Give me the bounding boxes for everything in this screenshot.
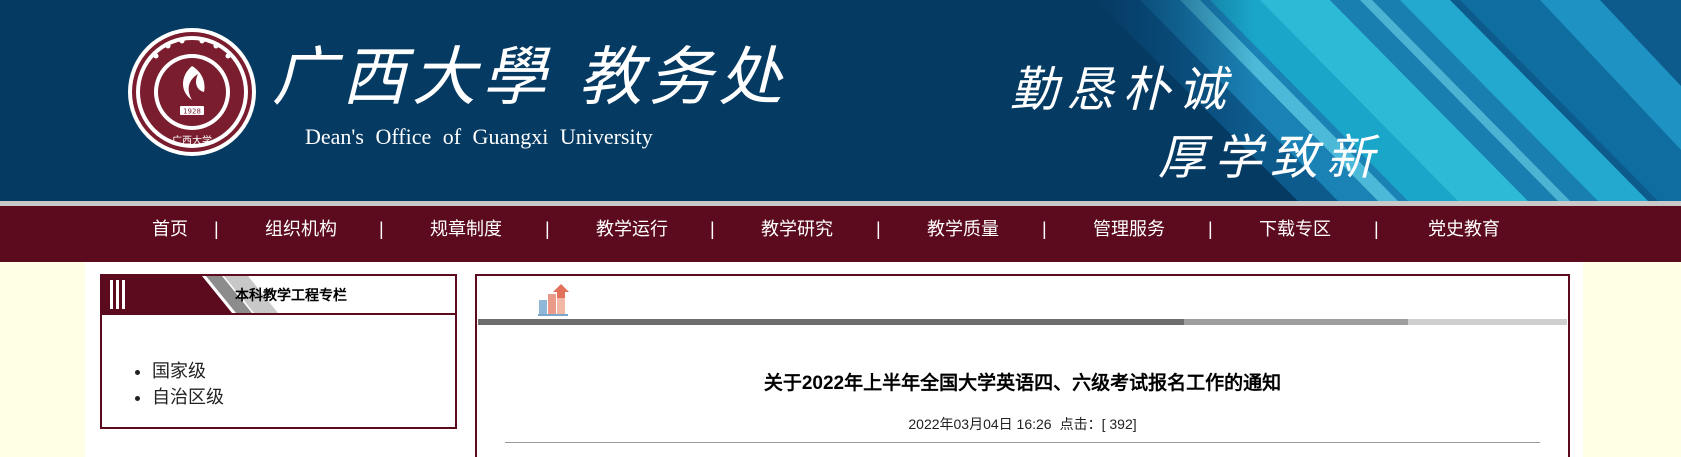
article-title: 关于2022年上半年全国大学英语四、六级考试报名工作的通知 [763,373,1282,394]
nav-separator: | [1208,219,1213,239]
article-divider [505,442,1540,443]
clicks-suffix: ] [1132,416,1137,432]
article-meta: 2022年03月04日 16:26 点击：[ 392] [477,414,1568,434]
nav-item-teaching-research[interactable]: 教学研究 [761,214,833,244]
motto-line-1: 勤恳朴诚 [1010,62,1235,118]
nav-item-organization[interactable]: 组织机构 [265,214,337,244]
nav-separator: | [545,219,550,239]
svg-text:广西大学: 广西大学 [172,134,212,147]
nav-item-downloads[interactable]: 下载专区 [1259,214,1331,244]
nav-item-home[interactable]: 首页 [152,214,188,244]
nav-separator: | [1374,219,1379,239]
sidebar-list: 国家级 自治区级 [124,358,224,410]
sidebar-item-regional[interactable]: 自治区级 [152,384,224,410]
sidebar-item-national[interactable]: 国家级 [152,358,224,384]
sidebar-title: 本科教学工程专栏 [235,287,347,303]
main-nav: 首页 | 组织机构 | 规章制度 | 教学运行 | 教学研究 | 教学质量 | … [0,206,1681,262]
nav-item-teaching-operations[interactable]: 教学运行 [596,214,668,244]
site-title-cn: 广西大學 教务处 [272,41,789,115]
nav-separator: | [876,219,881,239]
university-emblem-logo: 1928 广西大学 [128,28,256,156]
site-banner: 1928 广西大学 广西大學 教务处 Dean's Office of Guan… [0,0,1681,203]
sidebar-header: 本科教学工程专栏 [102,276,455,315]
nav-item-regulations[interactable]: 规章制度 [430,214,502,244]
sidebar-panel: 本科教学工程专栏 国家级 自治区级 [100,274,457,429]
nav-separator: | [379,219,384,239]
article-panel: 关于2022年上半年全国大学英语四、六级考试报名工作的通知 2022年03月04… [475,274,1570,457]
nav-separator: | [710,219,715,239]
svg-text:1928: 1928 [183,108,201,116]
nav-item-party-history[interactable]: 党史教育 [1428,214,1500,244]
article-date: 2022年03月04日 16:26 [908,416,1052,432]
nav-separator: | [1042,219,1047,239]
nav-item-management-services[interactable]: 管理服务 [1093,214,1165,244]
site-title-en: Dean's Office of Guangxi University [305,124,653,149]
clicks-count: 392 [1109,416,1133,432]
motto-line-2: 厚学致新 [1158,130,1383,186]
clicks-label: 点击：[ [1059,416,1106,432]
header-bar [478,319,1567,325]
chart-icon [538,284,569,316]
nav-separator: | [214,219,219,239]
nav-item-teaching-quality[interactable]: 教学质量 [927,214,999,244]
